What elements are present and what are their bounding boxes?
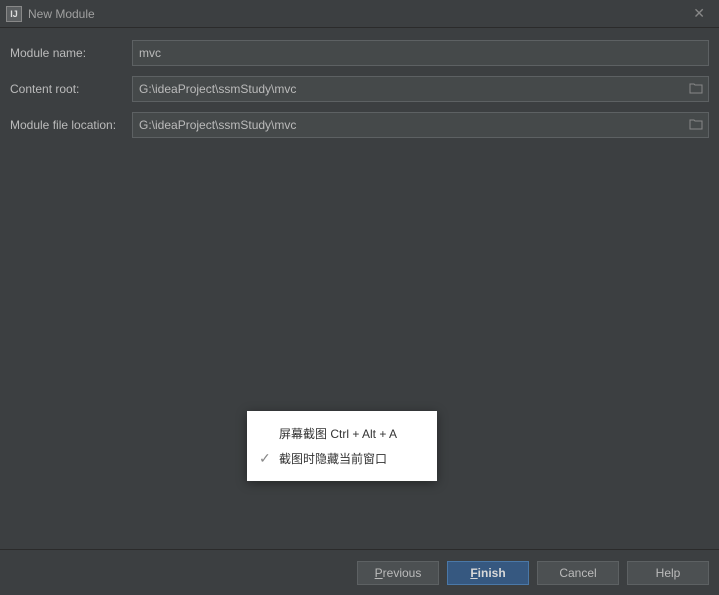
- folder-icon[interactable]: [689, 118, 703, 133]
- form-content: Module name: Content root: Module file l…: [0, 28, 719, 160]
- cancel-button[interactable]: Cancel: [537, 561, 619, 585]
- module-name-input-wrap: [132, 40, 709, 66]
- previous-button[interactable]: Previous: [357, 561, 439, 585]
- tooltip-shortcut-text: 屏幕截图 Ctrl + Alt + A: [279, 425, 425, 442]
- tooltip-line-2[interactable]: ✓ 截图时隐藏当前窗口: [247, 446, 437, 471]
- module-file-location-input[interactable]: [132, 112, 709, 138]
- module-name-input[interactable]: [132, 40, 709, 66]
- module-file-location-label: Module file location:: [10, 118, 132, 132]
- content-root-input-wrap: [132, 76, 709, 102]
- content-root-input[interactable]: [132, 76, 709, 102]
- finish-button[interactable]: Finish: [447, 561, 529, 585]
- app-icon: IJ: [6, 6, 22, 22]
- close-icon[interactable]: ✕: [685, 1, 713, 26]
- title-bar: IJ New Module ✕: [0, 0, 719, 28]
- help-button[interactable]: Help: [627, 561, 709, 585]
- module-file-location-input-wrap: [132, 112, 709, 138]
- button-bar: Previous Finish Cancel Help: [0, 549, 719, 595]
- check-icon: ✓: [259, 450, 279, 467]
- screenshot-tooltip: 屏幕截图 Ctrl + Alt + A ✓ 截图时隐藏当前窗口: [247, 411, 437, 481]
- folder-icon[interactable]: [689, 82, 703, 97]
- module-name-label: Module name:: [10, 46, 132, 60]
- module-file-location-row: Module file location:: [10, 112, 709, 138]
- tooltip-line-1[interactable]: 屏幕截图 Ctrl + Alt + A: [247, 421, 437, 446]
- content-root-label: Content root:: [10, 82, 132, 96]
- tooltip-hide-window-text: 截图时隐藏当前窗口: [279, 450, 425, 467]
- content-root-row: Content root:: [10, 76, 709, 102]
- module-name-row: Module name:: [10, 40, 709, 66]
- window-title: New Module: [28, 7, 685, 21]
